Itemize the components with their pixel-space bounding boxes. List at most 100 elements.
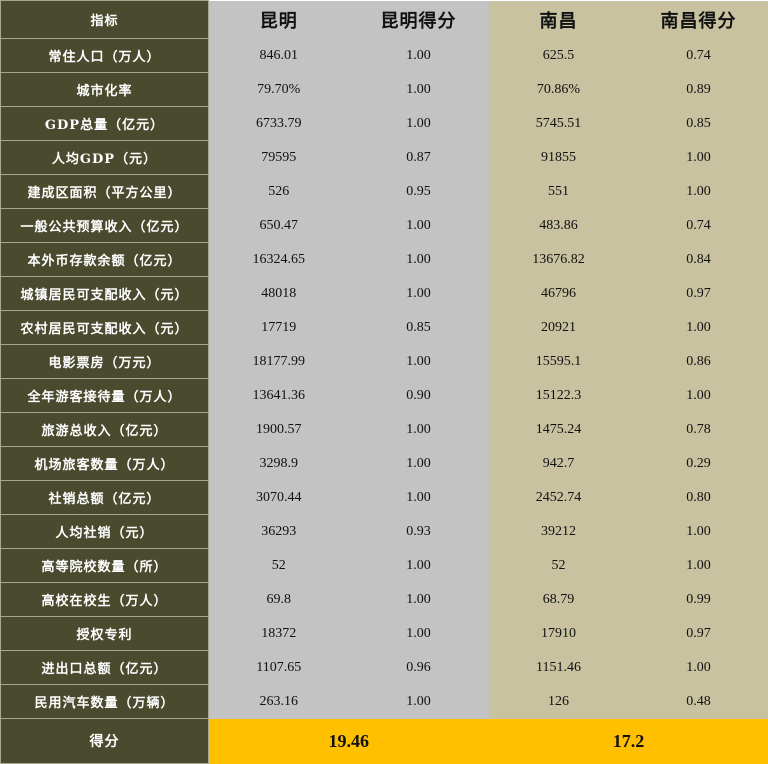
header-nanchang: 南昌 [489, 1, 629, 39]
row-nanchang-score: 0.29 [629, 447, 768, 481]
row-nanchang-score: 0.80 [629, 481, 768, 515]
row-nanchang-score: 0.74 [629, 39, 768, 73]
row-nanchang-value: 551 [489, 175, 629, 209]
row-nanchang-value: 2452.74 [489, 481, 629, 515]
row-kunming-value: 52 [209, 549, 349, 583]
row-indicator: 高等院校数量（所） [1, 549, 209, 583]
row-kunming-value: 13641.36 [209, 379, 349, 413]
row-kunming-score: 0.96 [349, 651, 489, 685]
row-nanchang-score: 0.99 [629, 583, 768, 617]
row-kunming-score: 0.95 [349, 175, 489, 209]
row-nanchang-value: 52 [489, 549, 629, 583]
row-indicator: 民用汽车数量（万辆） [1, 685, 209, 719]
row-kunming-value: 79595 [209, 141, 349, 175]
row-kunming-value: 16324.65 [209, 243, 349, 277]
row-indicator: 电影票房（万元） [1, 345, 209, 379]
row-kunming-value: 69.8 [209, 583, 349, 617]
table-row: 人均GDP（元）795950.87918551.00 [1, 141, 768, 175]
row-nanchang-value: 15122.3 [489, 379, 629, 413]
row-nanchang-value: 46796 [489, 277, 629, 311]
row-indicator: 常住人口（万人） [1, 39, 209, 73]
row-kunming-score: 1.00 [349, 583, 489, 617]
row-kunming-value: 263.16 [209, 685, 349, 719]
row-nanchang-value: 20921 [489, 311, 629, 345]
row-nanchang-value: 625.5 [489, 39, 629, 73]
row-kunming-value: 18177.99 [209, 345, 349, 379]
row-nanchang-value: 70.86% [489, 73, 629, 107]
row-nanchang-score: 1.00 [629, 311, 768, 345]
table-row: 民用汽车数量（万辆）263.161.001260.48 [1, 685, 768, 719]
header-indicator: 指标 [1, 1, 209, 39]
row-nanchang-score: 1.00 [629, 651, 768, 685]
row-indicator: 人均社销（元） [1, 515, 209, 549]
table-row: 常住人口（万人）846.011.00625.50.74 [1, 39, 768, 73]
row-nanchang-value: 13676.82 [489, 243, 629, 277]
row-kunming-score: 0.93 [349, 515, 489, 549]
row-kunming-value: 17719 [209, 311, 349, 345]
row-kunming-score: 0.85 [349, 311, 489, 345]
row-kunming-score: 1.00 [349, 549, 489, 583]
kunming-total: 19.46 [209, 719, 489, 764]
row-indicator: 社销总额（亿元） [1, 481, 209, 515]
row-kunming-score: 1.00 [349, 413, 489, 447]
row-kunming-value: 48018 [209, 277, 349, 311]
total-row: 得分 19.46 17.2 [1, 719, 768, 764]
row-nanchang-score: 0.86 [629, 345, 768, 379]
table-row: 本外币存款余额（亿元）16324.651.0013676.820.84 [1, 243, 768, 277]
row-nanchang-score: 0.84 [629, 243, 768, 277]
row-kunming-score: 1.00 [349, 107, 489, 141]
table-row: 高校在校生（万人）69.81.0068.790.99 [1, 583, 768, 617]
comparison-table: 指标 昆明 昆明得分 南昌 南昌得分 常住人口（万人）846.011.00625… [0, 0, 768, 764]
row-indicator: 人均GDP（元） [1, 141, 209, 175]
row-kunming-score: 1.00 [349, 345, 489, 379]
row-indicator: GDP总量（亿元） [1, 107, 209, 141]
header-kunming-score: 昆明得分 [349, 1, 489, 39]
nanchang-total: 17.2 [489, 719, 768, 764]
row-nanchang-score: 0.78 [629, 413, 768, 447]
row-kunming-score: 1.00 [349, 39, 489, 73]
row-indicator: 进出口总额（亿元） [1, 651, 209, 685]
row-nanchang-score: 1.00 [629, 175, 768, 209]
row-kunming-score: 1.00 [349, 481, 489, 515]
row-kunming-score: 1.00 [349, 685, 489, 719]
table-row: 城镇居民可支配收入（元）480181.00467960.97 [1, 277, 768, 311]
row-nanchang-score: 0.48 [629, 685, 768, 719]
row-indicator: 城镇居民可支配收入（元） [1, 277, 209, 311]
row-kunming-score: 1.00 [349, 617, 489, 651]
row-indicator: 农村居民可支配收入（元） [1, 311, 209, 345]
row-nanchang-value: 942.7 [489, 447, 629, 481]
row-kunming-value: 846.01 [209, 39, 349, 73]
row-indicator: 一般公共预算收入（亿元） [1, 209, 209, 243]
row-kunming-value: 18372 [209, 617, 349, 651]
header-kunming: 昆明 [209, 1, 349, 39]
row-kunming-value: 1107.65 [209, 651, 349, 685]
table-row: 旅游总收入（亿元）1900.571.001475.240.78 [1, 413, 768, 447]
table-row: 全年游客接待量（万人）13641.360.9015122.31.00 [1, 379, 768, 413]
table-row: 建成区面积（平方公里）5260.955511.00 [1, 175, 768, 209]
row-kunming-value: 3070.44 [209, 481, 349, 515]
total-label: 得分 [1, 719, 209, 764]
row-kunming-score: 1.00 [349, 73, 489, 107]
row-kunming-value: 36293 [209, 515, 349, 549]
row-indicator: 建成区面积（平方公里） [1, 175, 209, 209]
row-nanchang-value: 483.86 [489, 209, 629, 243]
row-indicator: 高校在校生（万人） [1, 583, 209, 617]
row-kunming-score: 1.00 [349, 277, 489, 311]
row-nanchang-value: 91855 [489, 141, 629, 175]
row-kunming-value: 6733.79 [209, 107, 349, 141]
header-row: 指标 昆明 昆明得分 南昌 南昌得分 [1, 1, 768, 39]
row-indicator: 旅游总收入（亿元） [1, 413, 209, 447]
row-nanchang-score: 0.74 [629, 209, 768, 243]
row-nanchang-score: 1.00 [629, 515, 768, 549]
row-nanchang-score: 1.00 [629, 379, 768, 413]
row-nanchang-score: 1.00 [629, 549, 768, 583]
row-nanchang-score: 0.97 [629, 617, 768, 651]
row-nanchang-value: 1151.46 [489, 651, 629, 685]
table-row: 农村居民可支配收入（元）177190.85209211.00 [1, 311, 768, 345]
row-nanchang-value: 39212 [489, 515, 629, 549]
table-row: 高等院校数量（所）521.00521.00 [1, 549, 768, 583]
table-row: GDP总量（亿元）6733.791.005745.510.85 [1, 107, 768, 141]
row-nanchang-score: 0.85 [629, 107, 768, 141]
row-indicator: 授权专利 [1, 617, 209, 651]
table-row: 机场旅客数量（万人）3298.91.00942.70.29 [1, 447, 768, 481]
